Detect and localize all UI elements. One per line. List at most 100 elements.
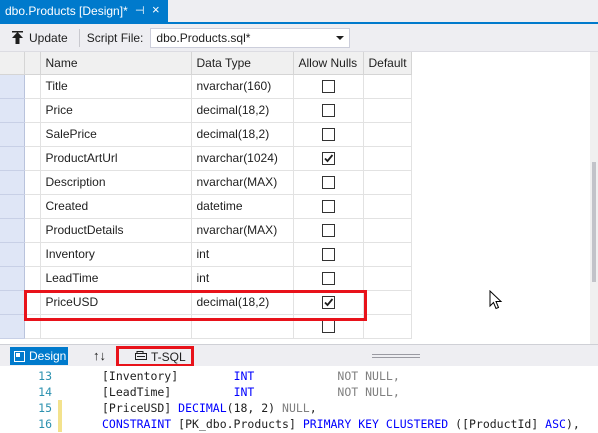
cell-default[interactable] — [363, 314, 412, 339]
sql-keyword: PRIMARY KEY CLUSTERED — [302, 417, 449, 431]
cell-name[interactable]: Title — [40, 74, 192, 99]
document-tab-strip: dbo.Products [Design]* ⊣ × — [0, 0, 598, 24]
column-header-allow-nulls[interactable]: Allow Nulls — [293, 52, 364, 75]
cell-data-type[interactable]: int — [191, 266, 294, 291]
table-row[interactable]: SalePrice decimal(18,2) — [0, 122, 590, 147]
row-selector[interactable] — [0, 170, 25, 195]
tab-tsql[interactable]: T-SQL — [116, 346, 194, 367]
cell-default[interactable] — [363, 194, 412, 219]
script-file-dropdown[interactable]: dbo.Products.sql* — [150, 27, 351, 48]
checkbox-unchecked[interactable] — [321, 224, 335, 238]
cell-allow-nulls — [293, 146, 364, 171]
checkbox-unchecked[interactable] — [321, 128, 335, 142]
table-row[interactable] — [0, 314, 590, 339]
cell-name[interactable]: PriceUSD — [40, 290, 192, 315]
table-row[interactable]: Description nvarchar(MAX) — [0, 170, 590, 195]
table-row[interactable]: Inventory int — [0, 242, 590, 267]
cell-allow-nulls — [293, 194, 364, 219]
row-selector[interactable] — [0, 146, 25, 171]
cell-data-type[interactable]: datetime — [191, 194, 294, 219]
table-row[interactable]: ProductArtUrl nvarchar(1024) — [0, 146, 590, 171]
tsql-editor[interactable]: 13 [Inventory] INT NOT NULL, 14 [LeadTime] … — [0, 366, 598, 433]
row-selector[interactable] — [0, 194, 25, 219]
cell-default[interactable] — [363, 242, 412, 267]
checkbox-checked[interactable] — [321, 296, 335, 310]
row-selector[interactable] — [0, 218, 25, 243]
cell-data-type[interactable]: decimal(18,2) — [191, 290, 294, 315]
column-header-name[interactable]: Name — [40, 52, 192, 75]
cell-data-type[interactable] — [191, 314, 294, 339]
row-filler — [411, 218, 590, 242]
cell-data-type[interactable]: decimal(18,2) — [191, 98, 294, 123]
row-selector[interactable] — [0, 74, 25, 99]
row-filler — [411, 74, 590, 98]
vertical-scrollbar[interactable] — [590, 52, 598, 344]
cell-default[interactable] — [363, 146, 412, 171]
row-spacer — [24, 194, 41, 219]
cell-name[interactable]: ProductDetails — [40, 218, 192, 243]
cell-data-type[interactable]: nvarchar(MAX) — [191, 218, 294, 243]
row-selector[interactable] — [0, 290, 25, 315]
sql-token: [Inventory] — [102, 369, 234, 383]
checkbox-unchecked[interactable] — [321, 104, 335, 118]
checkbox-unchecked[interactable] — [321, 272, 335, 286]
column-header-data-type[interactable]: Data Type — [191, 52, 294, 75]
grid-header-row: Name Data Type Allow Nulls Default — [0, 52, 590, 75]
cell-name[interactable]: SalePrice — [40, 122, 192, 147]
cell-default[interactable] — [363, 74, 412, 99]
row-selector[interactable] — [0, 314, 25, 339]
cell-name[interactable]: Created — [40, 194, 192, 219]
tab-design[interactable]: Design — [10, 347, 68, 365]
cell-name[interactable]: Description — [40, 170, 192, 195]
tab-products-design[interactable]: dbo.Products [Design]* ⊣ × — [0, 0, 168, 22]
cell-data-type[interactable]: nvarchar(160) — [191, 74, 294, 99]
checkbox-unchecked[interactable] — [321, 248, 335, 262]
row-filler — [411, 122, 590, 146]
row-selector[interactable] — [0, 98, 25, 123]
cell-data-type[interactable]: nvarchar(1024) — [191, 146, 294, 171]
checkbox-unchecked[interactable] — [321, 176, 335, 190]
splitter-grip[interactable] — [372, 354, 420, 358]
sql-token: [PriceUSD] — [102, 401, 179, 415]
cell-default[interactable] — [363, 122, 412, 147]
cell-default[interactable] — [363, 98, 412, 123]
cell-name[interactable]: Price — [40, 98, 192, 123]
update-button[interactable]: Update — [8, 27, 71, 49]
cell-name[interactable]: Inventory — [40, 242, 192, 267]
spacer-header — [24, 52, 41, 75]
cell-data-type[interactable]: nvarchar(MAX) — [191, 170, 294, 195]
change-marker — [58, 368, 62, 384]
cell-data-type[interactable]: decimal(18,2) — [191, 122, 294, 147]
scrollbar-thumb[interactable] — [592, 162, 596, 282]
table-row[interactable]: LeadTime int — [0, 266, 590, 291]
pin-icon[interactable]: ⊣ — [135, 4, 145, 17]
script-file-label: Script File: — [86, 30, 144, 45]
checkbox-unchecked[interactable] — [321, 200, 335, 214]
cell-allow-nulls — [293, 98, 364, 123]
row-spacer — [24, 98, 41, 123]
column-header-default[interactable]: Default — [363, 52, 412, 75]
cell-name[interactable]: ProductArtUrl — [40, 146, 192, 171]
cell-name[interactable] — [40, 314, 192, 339]
table-row[interactable]: Title nvarchar(160) — [0, 74, 590, 99]
cell-default[interactable] — [363, 266, 412, 291]
cell-name[interactable]: LeadTime — [40, 266, 192, 291]
cell-default[interactable] — [363, 170, 412, 195]
row-selector[interactable] — [0, 266, 25, 291]
cell-default[interactable] — [363, 290, 412, 315]
row-selector[interactable] — [0, 242, 25, 267]
cell-data-type[interactable]: int — [191, 242, 294, 267]
cell-allow-nulls — [293, 314, 364, 339]
chevron-down-icon[interactable] — [336, 35, 345, 40]
line-number: 15 — [38, 401, 52, 415]
checkbox-checked[interactable] — [321, 152, 335, 166]
row-selector[interactable] — [0, 122, 25, 147]
checkbox-unchecked[interactable] — [321, 80, 335, 94]
cell-default[interactable] — [363, 218, 412, 243]
checkbox-unchecked[interactable] — [321, 320, 335, 334]
swap-panes-button[interactable]: ↑↓ — [93, 348, 106, 363]
table-row[interactable]: ProductDetails nvarchar(MAX) — [0, 218, 590, 243]
table-row[interactable]: Created datetime — [0, 194, 590, 219]
table-row[interactable]: Price decimal(18,2) — [0, 98, 590, 123]
close-icon[interactable]: × — [152, 2, 160, 17]
